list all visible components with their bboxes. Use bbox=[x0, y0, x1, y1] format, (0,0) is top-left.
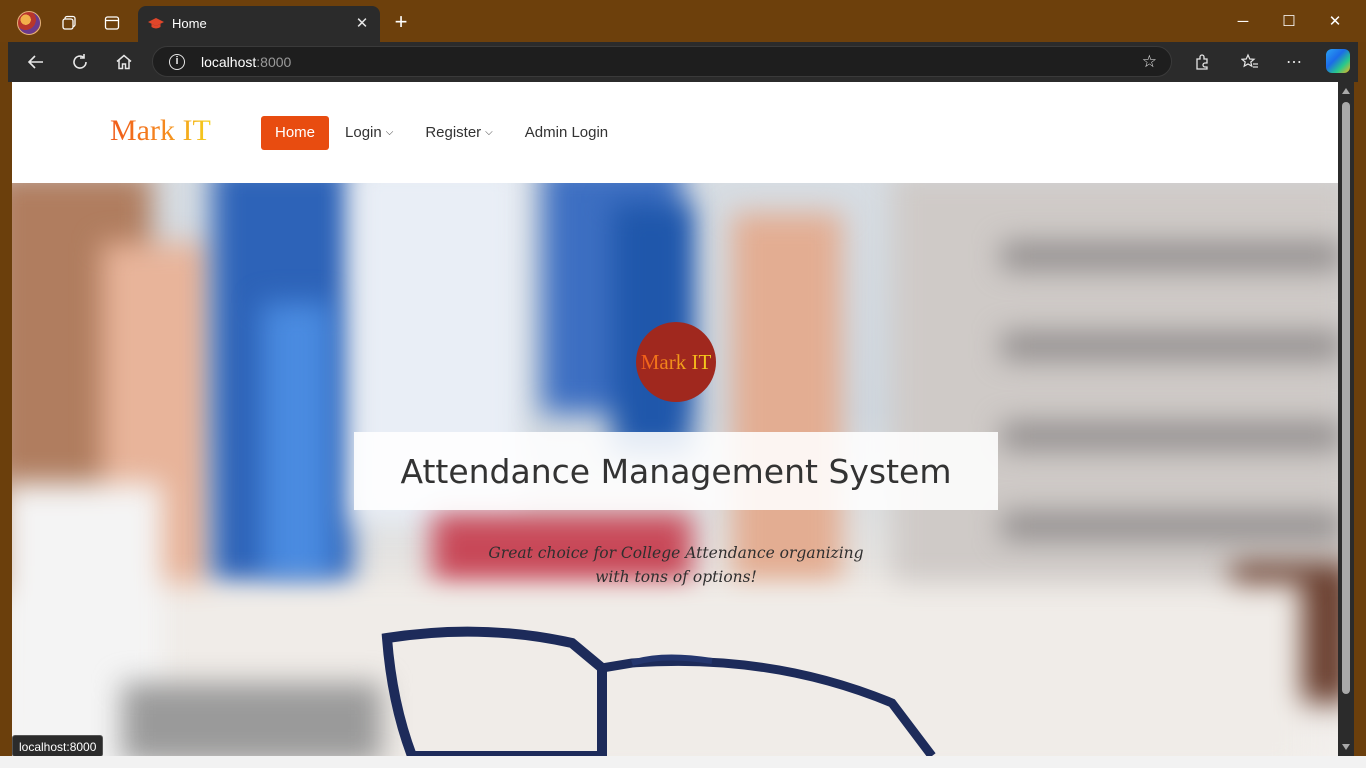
chevron-down-icon: ⌵ bbox=[385, 127, 394, 138]
page-scrollbar[interactable] bbox=[1338, 82, 1354, 756]
nav-home[interactable]: Home bbox=[261, 116, 330, 150]
address-bar[interactable]: i localhost:8000 ☆ bbox=[152, 46, 1172, 77]
refresh-button[interactable] bbox=[64, 48, 96, 76]
favorites-icon[interactable] bbox=[1234, 48, 1266, 76]
nav-admin-login[interactable]: Admin Login bbox=[509, 116, 624, 150]
copilot-icon[interactable] bbox=[1326, 49, 1350, 73]
maximize-button[interactable]: ☐ bbox=[1269, 8, 1309, 36]
hero-title: Attendance Management System bbox=[400, 451, 952, 491]
page-viewport: Mark IT Home Login ⌵ Register ⌵ Admin Logi… bbox=[12, 82, 1338, 756]
hero-title-box: Attendance Management System bbox=[354, 432, 998, 510]
nav-register[interactable]: Register ⌵ bbox=[409, 116, 508, 150]
profile-avatar[interactable] bbox=[17, 11, 41, 35]
site-logo[interactable]: Mark IT bbox=[110, 114, 211, 148]
minimize-button[interactable]: ─ bbox=[1223, 8, 1263, 36]
extensions-icon[interactable] bbox=[1186, 48, 1218, 76]
scroll-down-icon[interactable] bbox=[1342, 744, 1350, 750]
tab-title: Home bbox=[172, 16, 207, 31]
scroll-up-icon[interactable] bbox=[1342, 88, 1350, 94]
hero-logo-badge: Mark IT bbox=[636, 322, 716, 402]
scrollbar-thumb[interactable] bbox=[1342, 102, 1350, 694]
window-title-bar: Home ✕ + ─ ☐ ✕ bbox=[0, 0, 1366, 42]
more-options-icon[interactable]: ⋯ bbox=[1278, 48, 1310, 76]
new-tab-button[interactable]: + bbox=[388, 10, 414, 36]
back-button[interactable] bbox=[20, 48, 52, 76]
home-button[interactable] bbox=[108, 48, 140, 76]
browser-tab-home[interactable]: Home ✕ bbox=[138, 6, 380, 42]
main-nav: Home Login ⌵ Register ⌵ Admin Login bbox=[261, 116, 624, 150]
hero-section: Mark IT Attendance Management System Gre… bbox=[12, 183, 1338, 756]
hero-subtitle: Great choice for College Attendance orga… bbox=[488, 544, 864, 586]
site-header: Mark IT Home Login ⌵ Register ⌵ Admin Logi… bbox=[12, 82, 1338, 183]
tab-actions-icon[interactable] bbox=[99, 10, 125, 36]
chevron-down-icon: ⌵ bbox=[485, 127, 493, 138]
status-bar-link: localhost:8000 bbox=[12, 735, 104, 757]
taskbar-edge bbox=[0, 756, 1366, 768]
address-text: localhost:8000 bbox=[201, 54, 292, 70]
graduation-cap-icon bbox=[148, 17, 164, 31]
close-tab-icon[interactable]: ✕ bbox=[352, 14, 372, 34]
favorite-star-icon[interactable]: ☆ bbox=[1142, 52, 1157, 72]
site-info-icon[interactable]: i bbox=[169, 54, 185, 70]
browser-toolbar: i localhost:8000 ☆ ⋯ bbox=[8, 42, 1358, 82]
workspaces-icon[interactable] bbox=[57, 10, 83, 36]
close-window-button[interactable]: ✕ bbox=[1315, 8, 1355, 36]
nav-login[interactable]: Login ⌵ bbox=[329, 116, 409, 150]
